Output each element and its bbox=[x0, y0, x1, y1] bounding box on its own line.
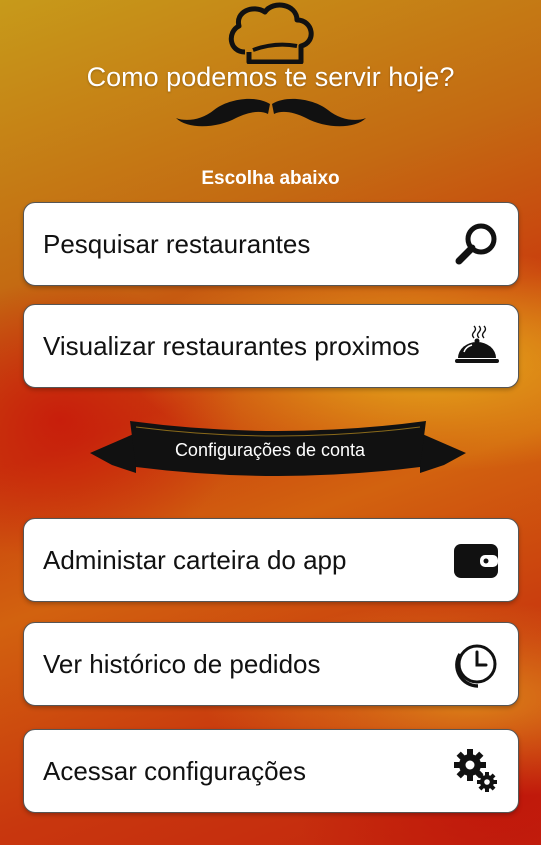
settings-label: Acessar configurações bbox=[43, 755, 307, 786]
magnifier-icon bbox=[452, 220, 500, 268]
nearby-restaurants-label: Visualizar restaurantes proximos bbox=[43, 330, 420, 361]
wallet-label: Administar carteira do app bbox=[43, 544, 347, 575]
order-history-label: Ver histórico de pedidos bbox=[43, 648, 321, 679]
nearby-restaurants-button[interactable]: Visualizar restaurantes proximos bbox=[23, 304, 519, 388]
account-settings-heading: Configurações de conta bbox=[174, 440, 366, 460]
food-cloche-icon bbox=[452, 322, 500, 370]
gears-icon bbox=[452, 747, 500, 795]
order-history-button[interactable]: Ver histórico de pedidos bbox=[23, 622, 519, 706]
chef-hat-icon bbox=[228, 2, 314, 64]
history-clock-icon bbox=[452, 640, 500, 688]
page-headline: Como podemos te servir hoje? bbox=[86, 62, 455, 92]
search-restaurants-button[interactable]: Pesquisar restaurantes bbox=[23, 202, 519, 286]
mustache-icon bbox=[176, 98, 366, 127]
wallet-icon bbox=[452, 536, 500, 584]
search-restaurants-label: Pesquisar restaurantes bbox=[43, 228, 311, 259]
section-subtitle: Escolha abaixo bbox=[201, 168, 340, 189]
settings-button[interactable]: Acessar configurações bbox=[23, 729, 519, 813]
wallet-button[interactable]: Administar carteira do app bbox=[23, 518, 519, 602]
